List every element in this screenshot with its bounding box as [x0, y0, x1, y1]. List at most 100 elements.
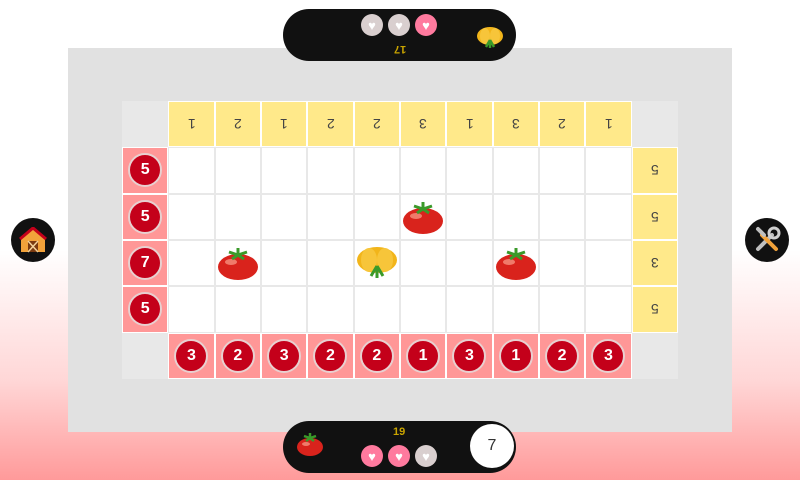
- clue-number: 5: [650, 301, 659, 318]
- right-clue: 3: [631, 239, 678, 287]
- grid-cell[interactable]: [353, 286, 400, 333]
- grid-corner: [631, 332, 678, 379]
- grid-cell[interactable]: [492, 193, 539, 240]
- grid-cell[interactable]: [492, 286, 539, 333]
- grid-cell[interactable]: [353, 147, 400, 194]
- grid-cell[interactable]: [538, 147, 586, 194]
- grid-cell[interactable]: [307, 239, 354, 287]
- tomato-icon: [494, 245, 538, 286]
- grid-corner: [631, 101, 678, 148]
- grid-cell[interactable]: [168, 193, 215, 240]
- top-clue: 2: [214, 101, 261, 148]
- bottom-clue: 3: [260, 332, 308, 379]
- top-clue: 1: [446, 101, 493, 148]
- top-clue: 1: [585, 101, 632, 148]
- clue-number: 1: [187, 116, 196, 133]
- clue-badge: 2: [359, 338, 394, 373]
- left-clue: 5: [122, 286, 169, 333]
- clue-badge: 1: [406, 338, 441, 373]
- grid-cell[interactable]: [399, 286, 447, 333]
- clue-number: 3: [650, 255, 659, 272]
- top-clue: 1: [260, 101, 308, 148]
- right-clue: 5: [631, 193, 678, 240]
- top-clue: 1: [168, 101, 215, 148]
- heart-icon: ♥: [361, 445, 383, 467]
- clue-number: 1: [280, 116, 289, 133]
- grid-cell[interactable]: [168, 286, 215, 333]
- grid-cell[interactable]: [399, 147, 447, 194]
- clue-number: 3: [511, 116, 520, 133]
- clue-badge: 2: [220, 338, 255, 373]
- grid-cell[interactable]: [585, 239, 632, 287]
- bottom-clue: 3: [446, 332, 493, 379]
- bottom-clue: 3: [168, 332, 215, 379]
- grid-cell[interactable]: [538, 193, 586, 240]
- home-button[interactable]: [11, 218, 55, 262]
- grid-cell[interactable]: [446, 193, 493, 240]
- puzzle-grid: 1212231321555573553232213123: [122, 101, 678, 379]
- clue-number: 2: [372, 116, 381, 133]
- bottom-clue: 2: [538, 332, 586, 379]
- clue-number: 2: [233, 116, 242, 133]
- grid-cell[interactable]: [307, 193, 354, 240]
- clue-number: 2: [558, 116, 567, 133]
- clue-badge: 1: [498, 338, 533, 373]
- left-clue: 5: [122, 193, 169, 240]
- clue-badge: 2: [313, 338, 348, 373]
- pumpkin-icon: [355, 245, 399, 286]
- grid-cell[interactable]: [446, 239, 493, 287]
- tools-icon: [756, 226, 781, 251]
- clue-badge: 3: [267, 338, 302, 373]
- bottom-player-score: 19: [393, 426, 406, 438]
- clue-number: 3: [419, 116, 428, 133]
- top-clue: 2: [307, 101, 354, 148]
- grid-cell[interactable]: [538, 239, 586, 287]
- pumpkin-icon: [477, 27, 503, 48]
- clue-number: 5: [650, 162, 659, 179]
- top-player-panel: ♥ ♥ ♥ 17: [283, 9, 516, 61]
- grid-cell[interactable]: [353, 193, 400, 240]
- left-clue: 5: [122, 147, 169, 194]
- clue-number: 5: [650, 208, 659, 225]
- grid-cell[interactable]: [168, 239, 215, 287]
- grid-cell[interactable]: [168, 147, 215, 194]
- grid-cell[interactable]: [492, 147, 539, 194]
- grid-cell[interactable]: [399, 239, 447, 287]
- grid-cell[interactable]: [214, 193, 261, 240]
- grid-cell[interactable]: [538, 286, 586, 333]
- grid-cell[interactable]: [260, 193, 308, 240]
- grid-corner: [122, 332, 169, 379]
- bottom-clue: 2: [307, 332, 354, 379]
- grid-cell[interactable]: [307, 147, 354, 194]
- bottom-clue: 2: [353, 332, 400, 379]
- heart-icon: ♥: [388, 445, 410, 467]
- heart-icon: ♥: [361, 14, 383, 36]
- moves-counter: 7: [470, 424, 514, 468]
- grid-cell[interactable]: [307, 286, 354, 333]
- clue-badge: 3: [452, 338, 487, 373]
- heart-icon: ♥: [388, 14, 410, 36]
- barn-icon: [19, 227, 47, 253]
- top-player-score: 17: [394, 43, 407, 55]
- bottom-clue: 1: [399, 332, 447, 379]
- grid-cell[interactable]: [260, 286, 308, 333]
- grid-cell[interactable]: [585, 147, 632, 194]
- grid-cell[interactable]: [260, 239, 308, 287]
- grid-cell[interactable]: [446, 147, 493, 194]
- grid-cell[interactable]: [585, 286, 632, 333]
- clue-number: 2: [326, 116, 335, 133]
- clue-badge: 3: [174, 338, 209, 373]
- tomato-icon: [401, 199, 445, 240]
- grid-cell[interactable]: [585, 193, 632, 240]
- clue-badge: 5: [128, 199, 163, 234]
- settings-button[interactable]: [745, 218, 789, 262]
- clue-badge: 7: [128, 246, 163, 281]
- clue-number: 1: [465, 116, 474, 133]
- grid-cell[interactable]: [214, 286, 261, 333]
- grid-cell[interactable]: [214, 147, 261, 194]
- grid-cell[interactable]: [446, 286, 493, 333]
- tomato-icon: [297, 433, 323, 456]
- clue-badge: 2: [545, 338, 580, 373]
- top-clue: 3: [492, 101, 539, 148]
- grid-cell[interactable]: [260, 147, 308, 194]
